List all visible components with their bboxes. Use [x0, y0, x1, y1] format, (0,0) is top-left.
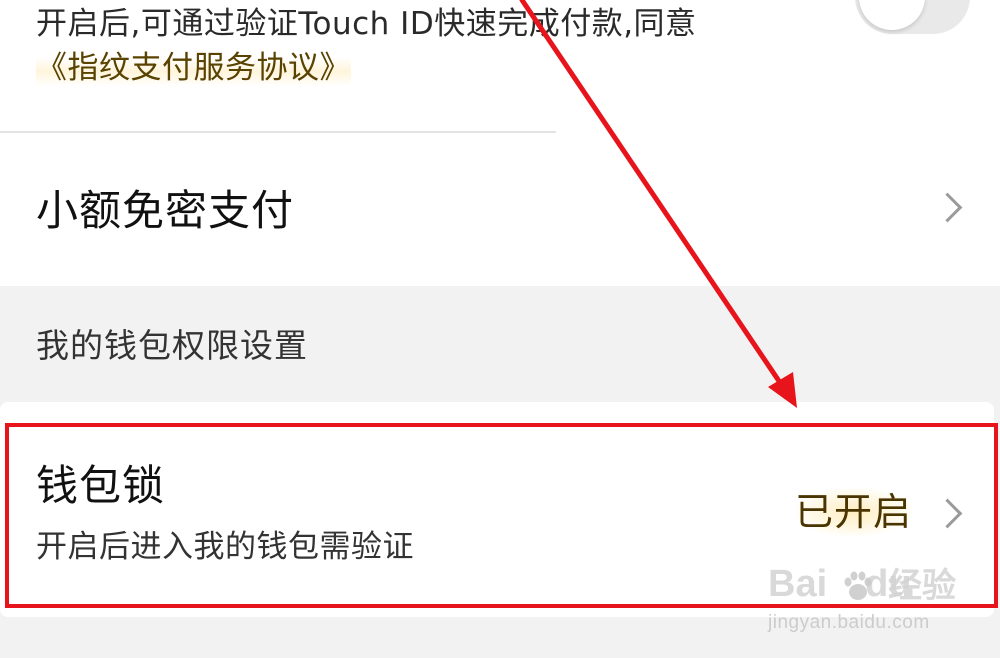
- small-pay-row[interactable]: 小额免密支付: [0, 133, 1000, 286]
- wallet-lock-title: 钱包锁: [36, 461, 166, 510]
- wallet-lock-subtitle: 开启后进入我的钱包需验证: [36, 529, 414, 565]
- touch-id-toggle[interactable]: [855, 0, 970, 34]
- watermark-url: jingyan.baidu.com: [768, 612, 930, 633]
- touch-id-description: 开启后,可通过验证Touch ID快速完成付款,同意《指纹支付服务协议》: [36, 2, 756, 90]
- paw-icon: [844, 571, 872, 600]
- wallet-lock-status: 已开启: [795, 488, 913, 536]
- section-header-wallet-permissions: 我的钱包权限设置: [36, 326, 308, 365]
- touch-id-card: 开启后,可通过验证Touch ID快速完成付款,同意《指纹支付服务协议》: [0, 0, 1000, 133]
- watermark-brand-left: Bai: [768, 563, 828, 605]
- chevron-right-icon: [932, 498, 963, 529]
- touch-id-description-text: 开启后,可通过验证Touch ID快速完成付款,同意: [36, 6, 697, 42]
- small-pay-label: 小额免密支付: [36, 186, 295, 235]
- toggle-knob: [859, 0, 925, 30]
- fingerprint-agreement-link[interactable]: 《指纹支付服务协议》: [36, 50, 351, 86]
- chevron-right-icon: [932, 192, 963, 223]
- baidu-jingyan-watermark: Bai du 经验 jingyan.baidu.com: [768, 560, 993, 640]
- watermark-product: 经验: [888, 566, 956, 606]
